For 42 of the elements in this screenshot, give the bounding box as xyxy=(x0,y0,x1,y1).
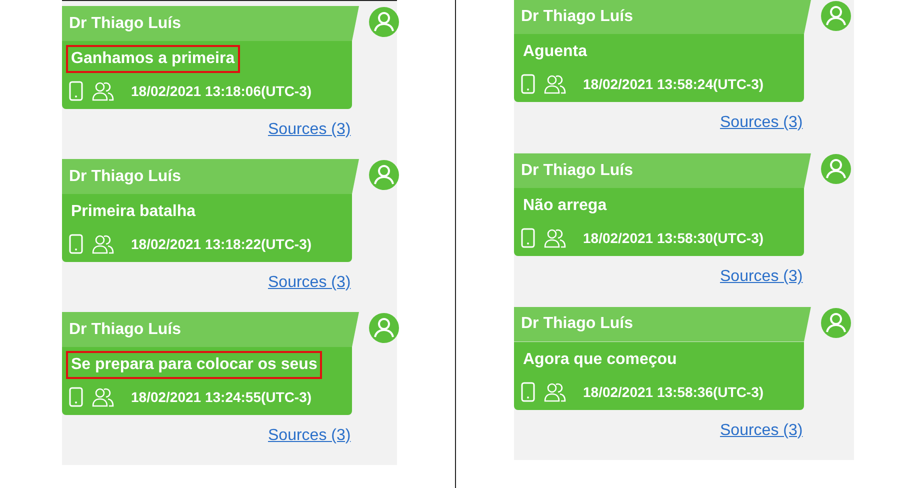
message-text: Se prepara para colocar os seus xyxy=(66,351,322,379)
sources-link[interactable]: Sources (3) xyxy=(268,427,351,445)
sources-link[interactable]: Sources (3) xyxy=(720,114,803,132)
avatar-icon xyxy=(369,7,399,37)
message-text: Agora que começou xyxy=(522,350,678,370)
group-icon xyxy=(91,386,115,408)
sender-name: Dr Thiago Luís xyxy=(69,168,181,186)
avatar-icon xyxy=(821,1,851,31)
phone-icon xyxy=(521,228,535,248)
timestamp: 18/02/2021 13:58:24(UTC-3) xyxy=(583,76,764,92)
message-text: Ganhamos a primeira xyxy=(66,45,240,73)
sender-name: Dr Thiago Luís xyxy=(521,8,633,26)
sources-link[interactable]: Sources (3) xyxy=(720,422,803,440)
sender-name: Dr Thiago Luís xyxy=(69,14,181,32)
sender-name: Dr Thiago Luís xyxy=(521,315,633,334)
timestamp: 18/02/2021 13:24:55(UTC-3) xyxy=(131,389,312,405)
avatar-icon xyxy=(369,160,399,190)
group-icon xyxy=(543,227,567,250)
sources-link[interactable]: Sources (3) xyxy=(268,121,351,139)
timestamp: 18/02/2021 13:18:22(UTC-3) xyxy=(131,236,312,252)
group-icon xyxy=(91,233,115,255)
timestamp: 18/02/2021 13:58:36(UTC-3) xyxy=(583,384,764,400)
group-icon xyxy=(543,73,567,95)
avatar-icon xyxy=(369,313,399,343)
group-icon xyxy=(91,80,115,102)
phone-icon xyxy=(521,74,535,94)
sender-name: Dr Thiago Luís xyxy=(69,320,181,338)
sources-link[interactable]: Sources (3) xyxy=(268,274,351,292)
timestamp: 18/02/2021 13:18:06(UTC-3) xyxy=(131,83,312,99)
avatar-icon xyxy=(821,154,851,184)
message-text: Primeira batalha xyxy=(70,202,197,222)
sources-link[interactable]: Sources (3) xyxy=(720,268,803,286)
group-icon xyxy=(543,380,567,403)
phone-icon xyxy=(69,81,83,101)
sender-name: Dr Thiago Luís xyxy=(521,162,633,180)
phone-icon xyxy=(521,382,535,402)
timestamp: 18/02/2021 13:58:30(UTC-3) xyxy=(583,230,764,246)
message-text: Aguenta xyxy=(522,42,588,62)
phone-icon xyxy=(69,234,83,254)
message-text: Não arrega xyxy=(522,196,608,216)
avatar-icon xyxy=(821,308,851,338)
phone-icon xyxy=(69,387,83,407)
